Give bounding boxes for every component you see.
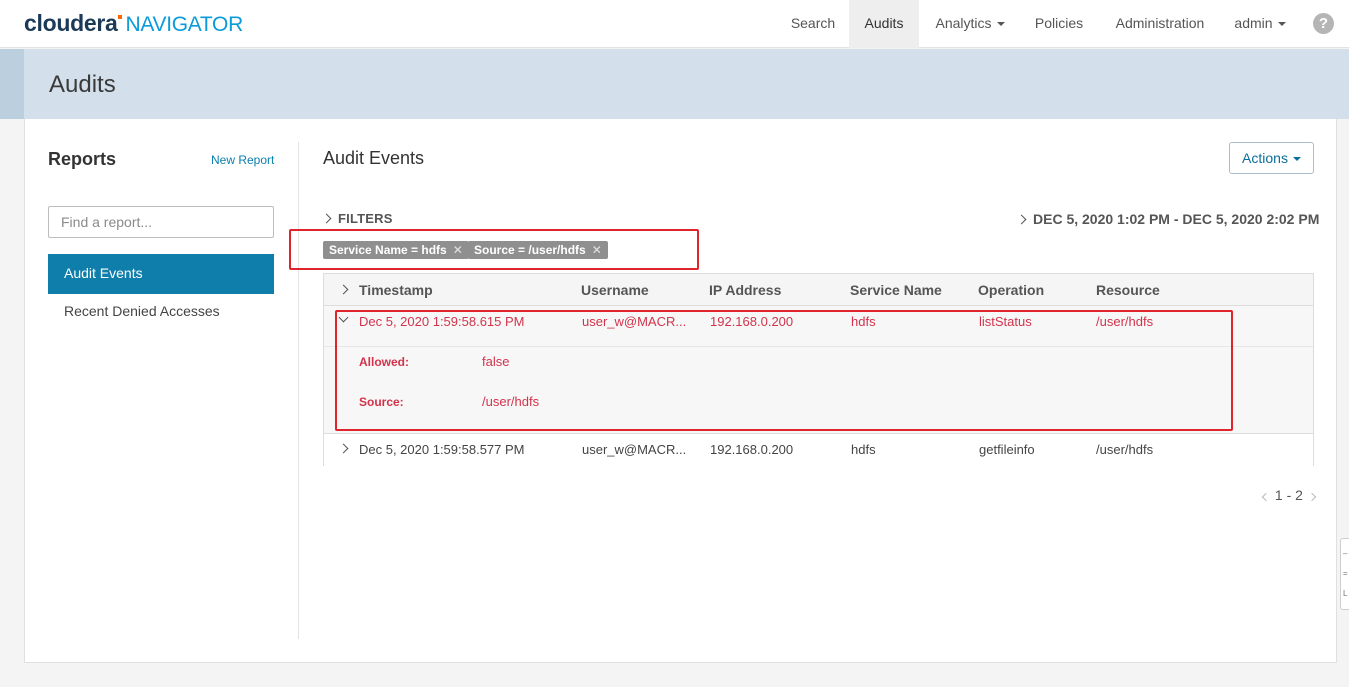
cell-operation: getfileinfo [979, 442, 1035, 457]
detail-value-source: /user/hdfs [482, 394, 540, 409]
user-menu-label: admin [1234, 15, 1273, 31]
help-icon[interactable]: ? [1313, 13, 1334, 34]
detail-value-allowed: false [482, 354, 510, 369]
detail-key-allowed: Allowed: [359, 355, 409, 369]
nav-policies[interactable]: Policies [1022, 0, 1096, 48]
chevron-right-icon[interactable] [1307, 492, 1317, 502]
column-header-ip-address[interactable]: IP Address [709, 282, 781, 298]
filter-chip: Service Name = hdfs ✕ [323, 241, 469, 259]
new-report-link[interactable]: New Report [211, 153, 274, 167]
filter-chip-label: Source = /user/hdfs [474, 243, 586, 257]
cell-resource: /user/hdfs [1096, 442, 1154, 457]
column-header-service-name[interactable]: Service Name [850, 282, 942, 298]
logo-dot [118, 15, 123, 19]
filters-toggle[interactable]: FILTERS [321, 211, 393, 226]
cell-operation: listStatus [979, 314, 1032, 329]
page-title: Audits [49, 71, 116, 98]
chevron-right-icon[interactable] [338, 443, 349, 454]
cell-resource: /user/hdfs [1096, 314, 1154, 329]
cell-timestamp: Dec 5, 2020 1:59:58.577 PM [359, 442, 525, 457]
chevron-right-icon[interactable] [338, 284, 349, 295]
date-range-toggle[interactable]: DEC 5, 2020 1:02 PM - DEC 5, 2020 2:02 P… [1016, 211, 1319, 227]
table-header: Timestamp Username IP Address Service Na… [324, 274, 1313, 306]
close-icon[interactable]: ✕ [592, 243, 602, 257]
nav-administration[interactable]: Administration [1102, 0, 1218, 48]
actions-button-label: Actions [1242, 150, 1288, 166]
sidebar-item-recent-denied-accesses[interactable]: Recent Denied Accesses [48, 292, 274, 332]
logo-product: NAVIGATOR [125, 13, 243, 36]
edge-widget[interactable]: – = L [1340, 538, 1349, 610]
sidebar-divider [298, 142, 299, 639]
table-row[interactable]: Dec 5, 2020 1:59:58.615 PM user_w@MACR..… [324, 306, 1313, 346]
actions-button[interactable]: Actions [1229, 142, 1314, 174]
nav-search[interactable]: Search [777, 0, 849, 48]
filter-chip: Source = /user/hdfs ✕ [468, 241, 608, 259]
close-icon[interactable]: ✕ [453, 243, 463, 257]
chevron-down-icon [1277, 22, 1286, 27]
chevron-right-icon [1016, 214, 1027, 225]
user-menu[interactable]: admin [1225, 0, 1295, 48]
sidebar-item-audit-events[interactable]: Audit Events [48, 254, 274, 294]
content-card: Reports New Report Audit Events Recent D… [24, 119, 1337, 663]
filter-chip-label: Service Name = hdfs [329, 243, 447, 257]
detail-key-source: Source: [359, 395, 404, 409]
column-header-resource[interactable]: Resource [1096, 282, 1160, 298]
date-range-label: DEC 5, 2020 1:02 PM - DEC 5, 2020 2:02 P… [1033, 211, 1320, 227]
filters-label: FILTERS [338, 211, 393, 226]
reports-heading: Reports [48, 149, 117, 169]
chevron-right-icon [321, 213, 332, 224]
column-header-username[interactable]: Username [581, 282, 649, 298]
pagination: 1 - 2 [1261, 487, 1317, 503]
cell-service-name: hdfs [851, 314, 876, 329]
chevron-down-icon [996, 22, 1005, 27]
nav-analytics[interactable]: Analytics [922, 0, 1018, 48]
nav-analytics-label: Analytics [935, 15, 992, 31]
cell-ip-address: 192.168.0.200 [710, 314, 794, 329]
chevron-down-icon[interactable] [338, 312, 349, 323]
cell-service-name: hdfs [851, 442, 876, 457]
top-navbar: cloudera NAVIGATOR Search Audits Analytic… [0, 0, 1349, 48]
pagination-label: 1 - 2 [1274, 487, 1303, 503]
page-header: Audits [0, 49, 1349, 119]
chevron-left-icon[interactable] [1261, 492, 1271, 502]
audit-events-table: Timestamp Username IP Address Service Na… [323, 273, 1314, 466]
page-header-accent [0, 49, 24, 119]
cell-ip-address: 192.168.0.200 [710, 442, 794, 457]
cell-username: user_w@MACR... [582, 314, 687, 329]
logo-brand: cloudera [24, 10, 118, 36]
table-row[interactable]: Dec 5, 2020 1:59:58.577 PM user_w@MACR..… [324, 434, 1313, 466]
cell-timestamp: Dec 5, 2020 1:59:58.615 PM [359, 314, 525, 329]
column-header-timestamp[interactable]: Timestamp [359, 282, 433, 298]
nav-audits[interactable]: Audits [849, 0, 919, 48]
section-title: Audit Events [323, 148, 425, 168]
chevron-down-icon [1292, 157, 1301, 162]
app-logo[interactable]: cloudera NAVIGATOR [24, 10, 243, 37]
row-details: Allowed: false Source: /user/hdfs [324, 346, 1313, 434]
report-search-input[interactable] [48, 206, 274, 238]
column-header-operation[interactable]: Operation [978, 282, 1044, 298]
cell-username: user_w@MACR... [582, 442, 687, 457]
